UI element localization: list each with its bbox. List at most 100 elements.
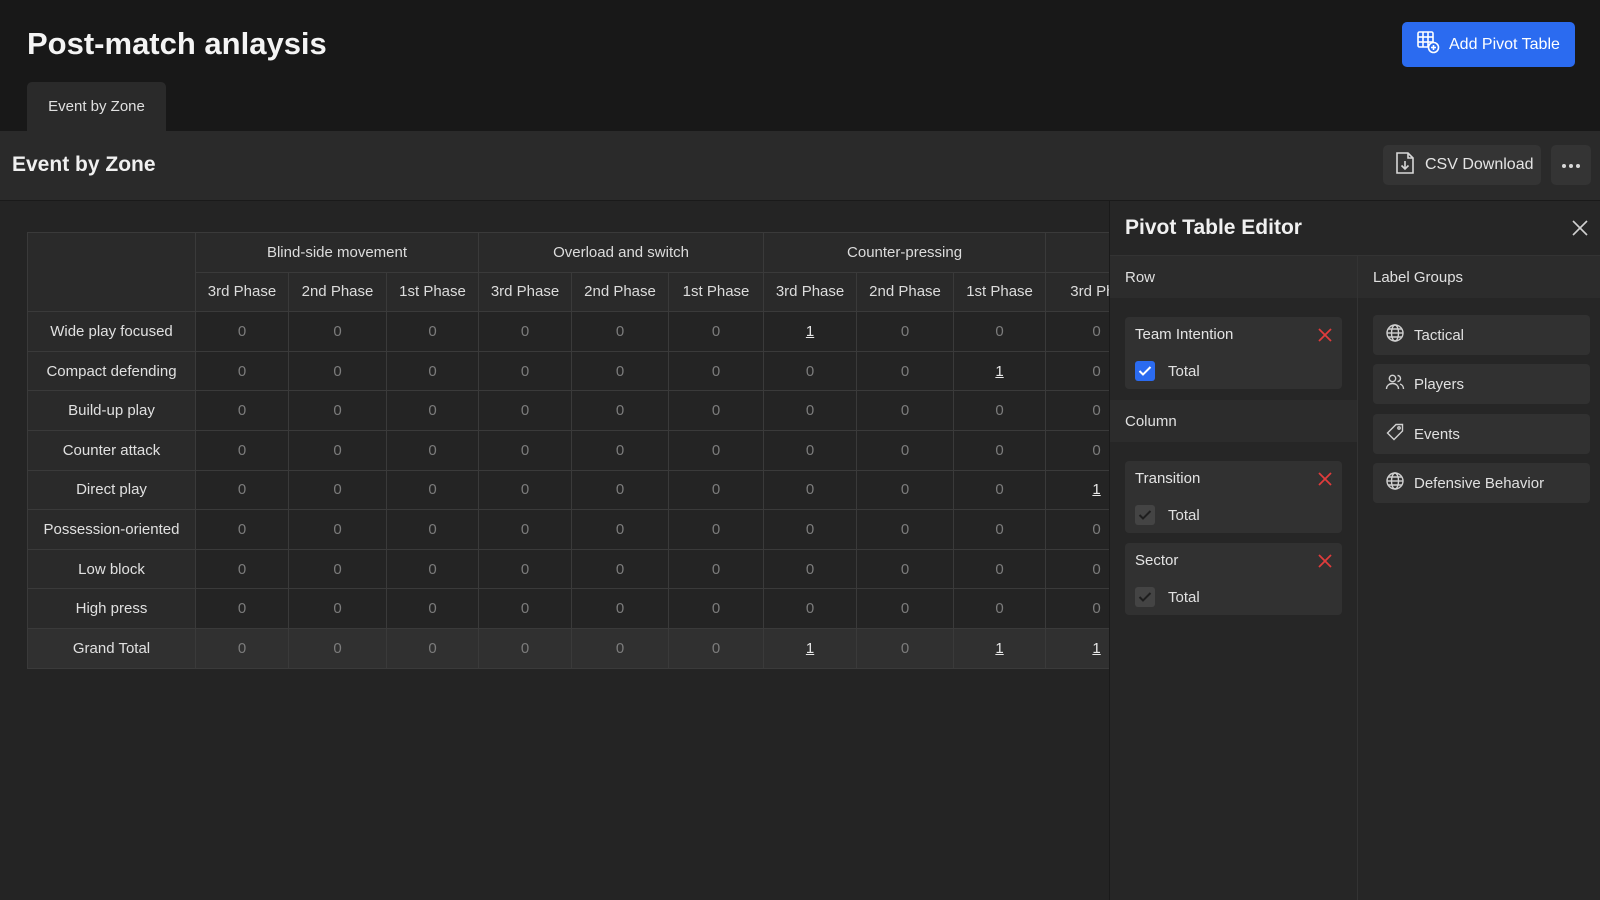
editor-title: Pivot Table Editor: [1125, 216, 1302, 239]
value-cell: 0: [195, 390, 289, 431]
phase-header: 3rd Phase: [195, 271, 289, 313]
value-cell: 0: [478, 469, 573, 511]
label-group-players[interactable]: Players: [1373, 364, 1590, 404]
corner-header: [27, 232, 196, 313]
label-group-events[interactable]: Events: [1373, 414, 1590, 454]
value-cell: 0: [668, 311, 765, 352]
value-cell: 0: [385, 429, 480, 471]
phase-header: 2nd Phase: [288, 271, 387, 313]
table-row: Wide play focused 0 0 0 0 0 0 1 0 0 0: [27, 311, 1109, 352]
value-cell: 0: [288, 548, 387, 590]
value-link[interactable]: 1: [763, 311, 858, 352]
value-cell: 0: [195, 350, 289, 392]
value-cell: 0: [195, 469, 289, 511]
value-link[interactable]: 1: [1045, 469, 1109, 511]
value-link[interactable]: 1: [763, 627, 858, 669]
checkbox-checked-icon[interactable]: [1135, 361, 1155, 381]
value-cell: 0: [668, 469, 765, 511]
value-cell: 0: [478, 429, 573, 471]
label-group-defensive-behavior[interactable]: Defensive Behavior: [1373, 463, 1590, 503]
table-row: Build-up play 0 0 0 0 0 0 0 0 0 0: [27, 390, 1109, 431]
remove-icon[interactable]: [1317, 553, 1333, 569]
column-field-sector[interactable]: Sector Total: [1125, 543, 1342, 615]
table-row: Possession-oriented 0 0 0 0 0 0 0 0 0 0: [27, 509, 1109, 550]
value-cell: 0: [953, 469, 1047, 511]
value-cell: 0: [478, 588, 573, 629]
table-add-icon: [1416, 30, 1440, 59]
value-cell: 0: [856, 311, 955, 352]
field-name: Transition: [1135, 470, 1201, 487]
value-cell: 0: [953, 509, 1047, 550]
row-label: High press: [27, 588, 196, 629]
value-cell: 0: [288, 311, 387, 352]
value-cell: 0: [763, 429, 858, 471]
label-groups-column: Label Groups Tactical Players Events Def…: [1358, 256, 1600, 900]
value-cell: 0: [763, 548, 858, 590]
value-cell: 0: [571, 588, 670, 629]
phase-header: 3rd Pha: [1045, 271, 1109, 313]
value-cell: 0: [763, 350, 858, 392]
table-row: Direct play 0 0 0 0 0 0 0 0 0 1: [27, 469, 1109, 511]
value-cell: 0: [385, 350, 480, 392]
add-pivot-table-label: Add Pivot Table: [1449, 35, 1560, 53]
column-section-label: Column: [1110, 400, 1357, 442]
remove-icon[interactable]: [1317, 327, 1333, 343]
pivot-table-area[interactable]: Blind-side movement Overload and switch …: [27, 232, 1109, 670]
label-group-name: Players: [1414, 375, 1465, 393]
value-cell: 0: [856, 509, 955, 550]
value-cell: 0: [571, 390, 670, 431]
value-cell: 0: [1045, 509, 1109, 550]
value-cell: 0: [571, 548, 670, 590]
tab-event-by-zone[interactable]: Event by Zone: [27, 82, 166, 131]
value-cell: 0: [478, 548, 573, 590]
field-name: Team Intention: [1135, 326, 1234, 343]
column-group-header: [1045, 232, 1109, 273]
value-cell: 0: [856, 390, 955, 431]
row-field-team-intention[interactable]: Team Intention Total: [1125, 317, 1342, 389]
column-group-header: Counter-pressing: [763, 232, 1047, 273]
value-cell: 0: [478, 390, 573, 431]
fields-column: Row Team Intention Total Column Transiti…: [1110, 256, 1358, 900]
checkbox-unchecked-icon[interactable]: [1135, 587, 1155, 607]
total-toggle[interactable]: Total: [1125, 497, 1342, 533]
more-dots-icon: [1561, 156, 1581, 174]
total-toggle[interactable]: Total: [1125, 353, 1342, 389]
value-cell: 0: [1045, 588, 1109, 629]
value-cell: 0: [763, 390, 858, 431]
row-section-label: Row: [1110, 256, 1357, 298]
close-icon[interactable]: [1569, 217, 1591, 239]
phase-header: 3rd Phase: [478, 271, 573, 313]
editor-header: Pivot Table Editor: [1110, 201, 1600, 256]
column-field-transition[interactable]: Transition Total: [1125, 461, 1342, 533]
value-cell: 0: [856, 627, 955, 669]
value-link[interactable]: 1: [953, 627, 1047, 669]
label-group-tactical[interactable]: Tactical: [1373, 315, 1590, 355]
more-options-button[interactable]: [1551, 145, 1591, 185]
label-groups-section-label: Label Groups: [1358, 256, 1600, 298]
value-link[interactable]: 1: [1045, 627, 1109, 669]
csv-download-button[interactable]: CSV Download: [1383, 145, 1541, 185]
checkbox-unchecked-icon[interactable]: [1135, 505, 1155, 525]
value-cell: 0: [953, 548, 1047, 590]
value-link[interactable]: 1: [953, 350, 1047, 392]
value-cell: 0: [668, 350, 765, 392]
remove-icon[interactable]: [1317, 471, 1333, 487]
row-label: Direct play: [27, 469, 196, 511]
value-cell: 0: [288, 390, 387, 431]
value-cell: 0: [763, 509, 858, 550]
value-cell: 0: [856, 588, 955, 629]
value-cell: 0: [953, 429, 1047, 471]
row-label: Build-up play: [27, 390, 196, 431]
pivot-table: Blind-side movement Overload and switch …: [27, 232, 1109, 669]
total-toggle[interactable]: Total: [1125, 579, 1342, 615]
value-cell: 0: [478, 627, 573, 669]
globe-icon: [1385, 323, 1405, 347]
row-label: Counter attack: [27, 429, 196, 471]
add-pivot-table-button[interactable]: Add Pivot Table: [1402, 22, 1575, 67]
users-icon: [1385, 372, 1405, 396]
value-cell: 0: [1045, 311, 1109, 352]
value-cell: 0: [385, 311, 480, 352]
phase-header: 2nd Phase: [571, 271, 670, 313]
value-cell: 0: [288, 588, 387, 629]
value-cell: 0: [1045, 429, 1109, 471]
